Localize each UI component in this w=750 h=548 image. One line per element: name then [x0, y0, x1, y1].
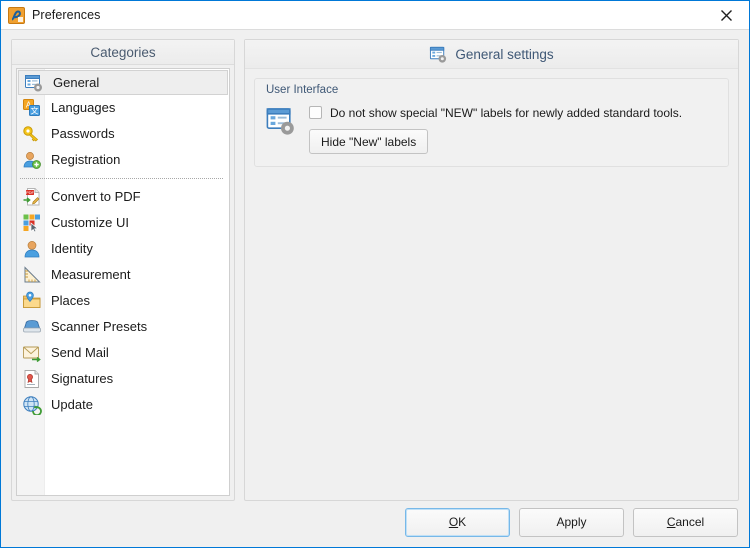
general-settings-icon [265, 105, 297, 137]
sidebar-item-label: Send Mail [51, 345, 109, 360]
page-title: General settings [455, 46, 554, 62]
cancel-button-label: Cancel [666, 515, 705, 529]
categories-list[interactable]: General A 文 Languages Passwords Registra… [16, 68, 230, 496]
new-labels-checkbox-label: Do not show special "NEW" labels for new… [330, 105, 683, 120]
title-bar: Preferences [1, 1, 749, 30]
panel-body: User Interface Do not show special "NEW"… [245, 69, 738, 500]
sidebar-item-places[interactable]: Places [17, 288, 229, 314]
sidebar-item-registration[interactable]: Registration [17, 147, 229, 173]
sidebar-item-signatures[interactable]: Signatures [17, 366, 229, 392]
sidebar-item-label: Measurement [51, 267, 131, 282]
places-folder-icon [22, 291, 42, 311]
sidebar-separator [20, 178, 223, 179]
window-title: Preferences [32, 8, 101, 22]
general-settings-icon [429, 45, 448, 64]
svg-text:文: 文 [31, 106, 39, 116]
sidebar-item-languages[interactable]: A 文 Languages [17, 95, 229, 121]
sidebar-item-general[interactable]: General [18, 70, 228, 95]
sidebar-item-measurement[interactable]: Measurement [17, 262, 229, 288]
sidebar-item-label: Convert to PDF [51, 189, 141, 204]
sidebar-item-label: Update [51, 397, 93, 412]
user-add-icon [22, 150, 42, 170]
sidebar-item-label: Signatures [51, 371, 114, 386]
general-settings-icon [24, 73, 44, 93]
key-icon [22, 124, 42, 144]
sidebar-item-label: Scanner Presets [51, 319, 148, 334]
sidebar-item-label: Languages [51, 100, 116, 115]
update-globe-icon [22, 395, 42, 415]
new-labels-checkbox[interactable] [309, 106, 322, 119]
new-labels-checkbox-row[interactable]: Do not show special "NEW" labels for new… [309, 103, 718, 122]
sidebar-item-label: Places [51, 293, 91, 308]
settings-pane: General settings User Interface Do not s… [244, 39, 739, 501]
signature-icon [22, 369, 42, 389]
send-mail-icon [22, 343, 42, 363]
group-label: User Interface [266, 84, 339, 96]
close-icon[interactable] [704, 1, 749, 29]
convert-pdf-icon: PDF [22, 187, 42, 207]
dialog-footer: OK Apply Cancel [1, 501, 749, 547]
categories-header: Categories [12, 40, 234, 65]
ok-button-label: OK [448, 515, 467, 529]
user-interface-group: User Interface Do not show special "NEW"… [254, 78, 729, 167]
scanner-icon [22, 317, 42, 337]
sidebar-item-update[interactable]: Update [17, 392, 229, 418]
hide-new-labels-button[interactable]: Hide "New" labels [309, 129, 429, 154]
ruler-icon [22, 265, 42, 285]
categories-pane: Categories General A 文 Languages Passwor… [11, 39, 235, 501]
languages-icon: A 文 [22, 98, 42, 118]
sidebar-item-convert-to-pdf[interactable]: PDF Convert to PDF [17, 184, 229, 210]
panel-header: General settings [245, 40, 738, 69]
sidebar-item-passwords[interactable]: Passwords [17, 121, 229, 147]
sidebar-item-label: Passwords [51, 126, 115, 141]
customize-ui-icon [22, 213, 42, 233]
sidebar-item-label: General [53, 74, 100, 90]
app-icon [8, 6, 25, 24]
cancel-button[interactable]: Cancel [633, 507, 738, 537]
svg-text:PDF: PDF [26, 190, 35, 195]
preferences-window: Preferences Categories General A 文 Langu… [0, 0, 750, 548]
sidebar-item-customize-ui[interactable]: Customize UI [17, 210, 229, 236]
sidebar-item-identity[interactable]: Identity [17, 236, 229, 262]
sidebar-item-scanner-presets[interactable]: Scanner Presets [17, 314, 229, 340]
sidebar-item-label: Registration [51, 152, 121, 167]
apply-button[interactable]: Apply [519, 507, 624, 537]
sidebar-item-label: Customize UI [51, 215, 130, 230]
dialog-body: Categories General A 文 Languages Passwor… [1, 30, 749, 501]
sidebar-item-send-mail[interactable]: Send Mail [17, 340, 229, 366]
sidebar-item-label: Identity [51, 241, 93, 256]
ok-button[interactable]: OK [405, 507, 510, 537]
identity-icon [22, 239, 42, 259]
